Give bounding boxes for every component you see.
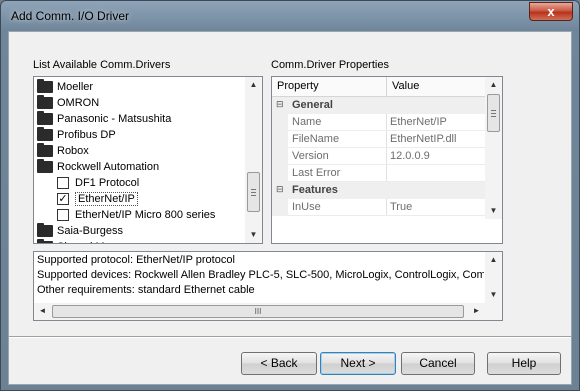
driver-list-scroll-thumb[interactable]: [247, 172, 260, 212]
driver-label: Saia-Burgess: [57, 225, 124, 237]
property-category[interactable]: ⊟ Features: [272, 182, 486, 199]
folder-icon: [37, 111, 53, 125]
driver-label: EtherNet/IP: [75, 192, 138, 206]
folder-icon: [37, 223, 53, 237]
property-row[interactable]: InUse True: [272, 199, 486, 216]
driver-item[interactable]: ✓ EtherNet/IP: [37, 191, 244, 207]
driver-label: Rockwell Automation: [57, 161, 160, 173]
driver-info-box[interactable]: Supported protocol: EtherNet/IP protocol…: [33, 251, 503, 321]
property-name: Version: [292, 150, 329, 162]
driver-list-label: List Available Comm.Drivers: [33, 59, 171, 71]
property-name: InUse: [292, 201, 321, 213]
driver-label: OMRON: [57, 97, 100, 109]
property-column-header[interactable]: Property: [277, 80, 319, 92]
folder-icon: [37, 127, 53, 141]
property-value[interactable]: 12.0.0.9: [390, 150, 430, 162]
close-button[interactable]: x: [529, 2, 573, 21]
driver-folder[interactable]: Moeller: [37, 79, 244, 95]
driver-folder[interactable]: Shared Memory: [37, 239, 244, 243]
dialog-window: Add Comm. I/O Driver x List Available Co…: [0, 0, 580, 391]
value-column-header[interactable]: Value: [392, 80, 419, 92]
info-line-protocol: Supported protocol: EtherNet/IP protocol: [37, 254, 235, 266]
driver-folder[interactable]: Rockwell Automation: [37, 159, 244, 175]
info-vertical-scrollbar[interactable]: ▲ ▼: [485, 252, 502, 303]
driver-folder[interactable]: Saia-Burgess: [37, 223, 244, 239]
folder-icon: [37, 143, 53, 157]
scroll-down-icon[interactable]: ▼: [485, 203, 502, 219]
info-scroll-thumb[interactable]: III: [52, 305, 464, 318]
properties-label: Comm.Driver Properties: [271, 59, 389, 71]
driver-label: EtherNet/IP Micro 800 series: [75, 209, 216, 221]
driver-checkbox[interactable]: [57, 177, 69, 189]
button-separator: [9, 336, 571, 338]
dialog-body: List Available Comm.Drivers Moeller OMRON…: [8, 31, 572, 385]
back-button[interactable]: < Back: [241, 352, 317, 375]
driver-item[interactable]: EtherNet/IP Micro 800 series: [37, 207, 244, 223]
scroll-up-icon[interactable]: ▲: [245, 77, 262, 93]
property-value[interactable]: EtherNet/IP: [390, 116, 447, 128]
folder-icon: [37, 159, 53, 173]
folder-icon: [37, 239, 53, 243]
property-grid-scroll-thumb[interactable]: [487, 94, 500, 132]
driver-folder[interactable]: Robox: [37, 143, 244, 159]
property-grid[interactable]: Property Value ⊟ General Name EtherNet/IP Fi…: [271, 76, 503, 244]
cancel-button[interactable]: Cancel: [401, 352, 475, 375]
info-line-devices: Supported devices: Rockwell Allen Bradle…: [37, 269, 484, 281]
property-row[interactable]: Version 12.0.0.9: [272, 148, 486, 165]
property-value[interactable]: EtherNetIP.dll: [390, 133, 456, 145]
driver-list-scrollbar[interactable]: ▲ ▼: [245, 77, 262, 243]
window-title: Add Comm. I/O Driver: [11, 9, 130, 23]
driver-checkbox[interactable]: ✓: [57, 193, 69, 205]
driver-label: Moeller: [57, 81, 94, 93]
property-value[interactable]: True: [390, 201, 412, 213]
scroll-up-icon[interactable]: ▲: [485, 252, 502, 268]
category-name: Features: [292, 184, 338, 196]
category-name: General: [292, 99, 333, 111]
info-horizontal-scrollbar[interactable]: ◄ III ►: [34, 303, 502, 320]
driver-folder[interactable]: Profibus DP: [37, 127, 244, 143]
scroll-down-icon[interactable]: ▼: [245, 227, 262, 243]
property-row[interactable]: Name EtherNet/IP: [272, 114, 486, 131]
collapse-icon[interactable]: ⊟: [276, 100, 284, 109]
scroll-left-icon[interactable]: ◄: [34, 303, 51, 319]
property-name: FileName: [292, 133, 340, 145]
property-grid-scrollbar[interactable]: ▲ ▼: [485, 77, 502, 219]
property-grid-header: Property Value: [272, 77, 486, 97]
property-name: Name: [292, 116, 322, 128]
info-line-requirements: Other requirements: standard Ethernet ca…: [37, 284, 255, 296]
driver-folder[interactable]: Panasonic - Matsushita: [37, 111, 244, 127]
folder-icon: [37, 79, 53, 93]
help-button[interactable]: Help: [487, 352, 561, 375]
driver-folder[interactable]: OMRON: [37, 95, 244, 111]
title-bar[interactable]: Add Comm. I/O Driver x: [1, 1, 579, 31]
property-category[interactable]: ⊟ General: [272, 97, 486, 114]
scroll-right-icon[interactable]: ►: [468, 303, 485, 319]
property-row[interactable]: Last Error: [272, 165, 486, 182]
driver-label: Shared Memory: [57, 241, 135, 243]
scroll-up-icon[interactable]: ▲: [485, 77, 502, 93]
next-button[interactable]: Next >: [320, 352, 396, 375]
folder-icon: [37, 95, 53, 109]
property-name: Last Error: [292, 167, 341, 179]
driver-label: Profibus DP: [57, 129, 116, 141]
property-row[interactable]: FileName EtherNetIP.dll: [272, 131, 486, 148]
driver-label: Panasonic - Matsushita: [57, 113, 172, 125]
driver-list[interactable]: Moeller OMRON Panasonic - Matsushita Profib…: [33, 76, 263, 244]
driver-label: Robox: [57, 145, 89, 157]
driver-checkbox[interactable]: [57, 209, 69, 221]
collapse-icon[interactable]: ⊟: [276, 185, 284, 194]
driver-label: DF1 Protocol: [75, 177, 140, 189]
driver-item[interactable]: DF1 Protocol: [37, 175, 244, 191]
scroll-down-icon[interactable]: ▼: [485, 287, 502, 303]
